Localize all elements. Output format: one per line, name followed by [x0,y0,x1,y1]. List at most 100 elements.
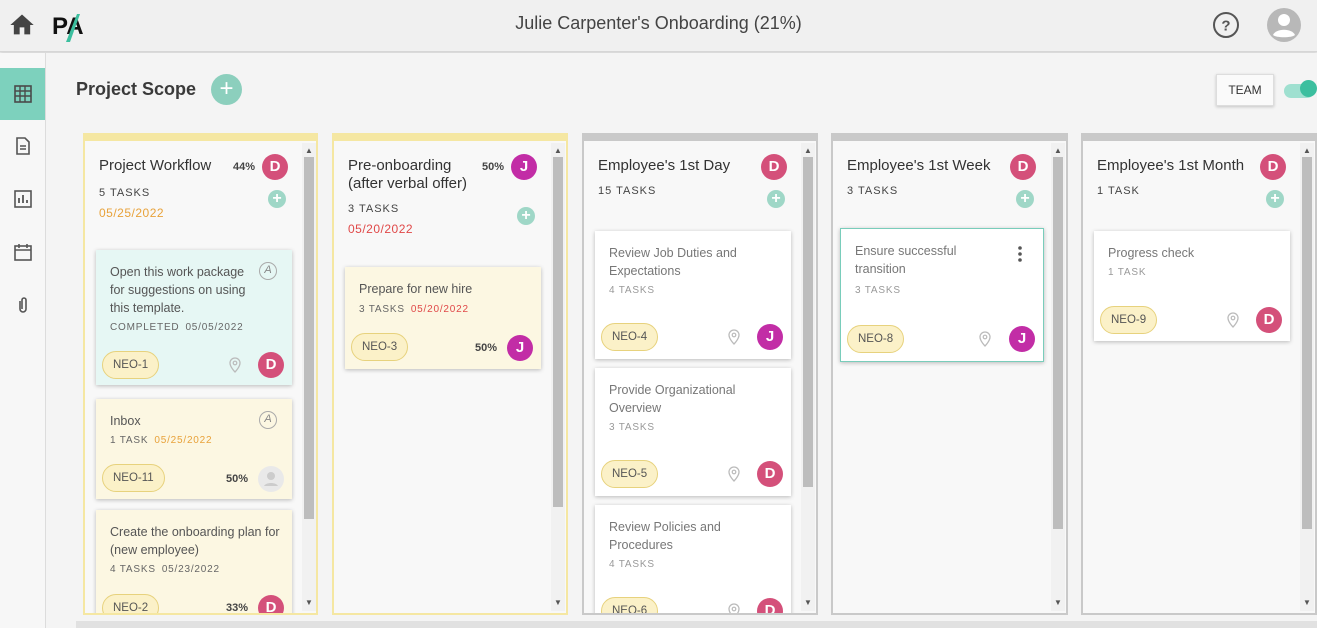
avatar[interactable]: D [757,598,783,613]
team-button[interactable]: TEAM [1216,74,1274,106]
board-area: Project Scope + TEAM Project Workflow 44… [46,53,1317,628]
add-column-button[interactable]: + [211,74,242,105]
card-meta: 3 TASKS [855,285,901,296]
column-progress: 44% [233,161,256,173]
column-progress: 50% [482,161,505,173]
card-title: Create the onboarding plan for (new empl… [110,525,280,557]
column-scrollbar[interactable]: ▲ ▼ [1300,143,1314,611]
team-toggle-knob[interactable] [1300,80,1317,97]
avatar[interactable]: J [511,154,537,180]
column-due-date: 05/20/2022 [348,222,414,236]
sidebar [0,53,46,628]
card-id-chip[interactable]: NEO-6 [601,597,659,613]
assign-icon[interactable]: A [259,411,277,429]
location-pin-icon[interactable] [979,331,991,347]
task-card[interactable]: Inbox A 1 TASK 05/25/2022 NEO-11 50% [96,399,292,499]
calendar-icon [13,244,32,261]
location-pin-icon[interactable] [728,603,740,615]
unassigned-avatar-icon[interactable] [258,466,284,492]
avatar[interactable]: D [1010,154,1036,180]
card-progress: 50% [226,473,249,485]
card-meta: 4 TASKS 05/23/2022 [110,564,220,575]
column-1st-week: Employee's 1st Week D 3 TASKS + Ensure s… [831,133,1068,615]
column-1st-day: Employee's 1st Day D 15 TASKS + Review J… [582,133,818,615]
sidebar-item-attachments[interactable] [0,279,45,331]
card-meta: COMPLETED 05/05/2022 [110,322,244,333]
card-id-chip[interactable]: NEO-2 [102,594,160,613]
card-meta: 4 TASKS [609,559,655,570]
add-task-button[interactable]: + [767,190,785,208]
column-scrollbar[interactable]: ▲ ▼ [801,143,815,611]
avatar[interactable]: D [757,461,783,487]
task-card[interactable]: Review Job Duties and Expectations 4 TAS… [595,231,791,359]
avatar[interactable]: D [1256,307,1282,333]
column-scrollbar[interactable]: ▲ ▼ [551,143,565,611]
card-title: Ensure successful transition [855,244,957,276]
task-card[interactable]: Progress check 1 TASK NEO-9 D [1094,231,1290,341]
avatar[interactable]: D [262,154,288,180]
card-title: Inbox [110,414,141,428]
page-title: Julie Carpenter's Onboarding (21%) [515,13,802,33]
sidebar-item-reports[interactable] [0,173,45,225]
sidebar-item-calendar[interactable] [0,226,45,278]
column-1st-month: Employee's 1st Month D 1 TASK + Progress… [1081,133,1317,615]
card-title: Review Policies and Procedures [609,520,721,552]
column-task-count: 3 TASKS [847,185,899,197]
card-id-chip[interactable]: NEO-8 [847,325,905,353]
location-pin-icon[interactable] [229,357,241,373]
column-title: Employee's 1st Month [1097,157,1245,174]
section-title: Project Scope [76,79,197,99]
location-pin-icon[interactable] [1227,312,1239,328]
column-title: Pre-onboarding (after verbal offer) [348,157,467,192]
more-options-icon[interactable] [1017,246,1023,262]
location-pin-icon[interactable] [728,466,740,482]
column-task-count: 15 TASKS [598,185,657,197]
card-id-chip[interactable]: NEO-4 [601,323,659,351]
location-pin-icon[interactable] [728,329,740,345]
avatar[interactable]: D [258,352,284,378]
avatar[interactable]: J [1009,326,1035,352]
grid-icon [13,85,32,103]
sidebar-item-documents[interactable] [0,120,45,172]
board-horizontal-scrollbar[interactable] [76,621,1317,628]
account-icon[interactable] [1265,6,1303,44]
task-card[interactable]: Review Policies and Procedures 4 TASKS N… [595,505,791,615]
paperclip-icon [18,297,27,313]
column-pre-onboarding: Pre-onboarding (after verbal offer) 50% … [332,133,568,615]
card-id-chip[interactable]: NEO-1 [102,351,160,379]
card-meta: 1 TASK 05/25/2022 [110,435,213,446]
card-title: Prepare for new hire [359,282,473,296]
column-scrollbar[interactable]: ▲ ▼ [302,143,316,611]
top-bar: PA Julie Carpenter's Onboarding (21%) ? [0,0,1317,52]
avatar[interactable]: D [1260,154,1286,180]
task-card[interactable]: Create the onboarding plan for (new empl… [96,510,292,614]
task-card[interactable]: Ensure successful transition 3 TASKS NEO… [840,228,1044,362]
task-card[interactable]: Provide Organizational Overview 3 TASKS … [595,368,791,496]
column-task-count: 1 TASK [1097,185,1140,197]
card-id-chip[interactable]: NEO-9 [1100,306,1158,334]
card-progress: 33% [226,602,249,614]
avatar[interactable]: J [757,324,783,350]
column-task-count: 5 TASKS [99,187,151,199]
card-meta: 1 TASK [1108,267,1147,278]
card-id-chip[interactable]: NEO-3 [351,333,409,361]
column-scrollbar[interactable]: ▲ ▼ [1051,143,1065,611]
assign-icon[interactable]: A [259,262,277,280]
add-task-button[interactable]: + [1016,190,1034,208]
task-card[interactable]: Prepare for new hire 3 TASKS 05/20/2022 N… [345,267,541,369]
column-title: Employee's 1st Week [847,157,991,174]
task-card[interactable]: Open this work package for suggestions o… [96,250,292,385]
avatar[interactable]: J [507,335,533,361]
card-id-chip[interactable]: NEO-11 [102,464,165,492]
help-icon[interactable]: ? [1211,10,1241,40]
card-title: Progress check [1108,246,1195,260]
add-task-button[interactable]: + [517,207,535,225]
add-task-button[interactable]: + [268,190,286,208]
card-meta: 3 TASKS [609,422,655,433]
card-id-chip[interactable]: NEO-5 [601,460,659,488]
column-task-count: 3 TASKS [348,203,400,215]
avatar[interactable]: D [761,154,787,180]
sidebar-item-board[interactable] [0,68,45,120]
avatar[interactable]: D [258,595,284,613]
add-task-button[interactable]: + [1266,190,1284,208]
